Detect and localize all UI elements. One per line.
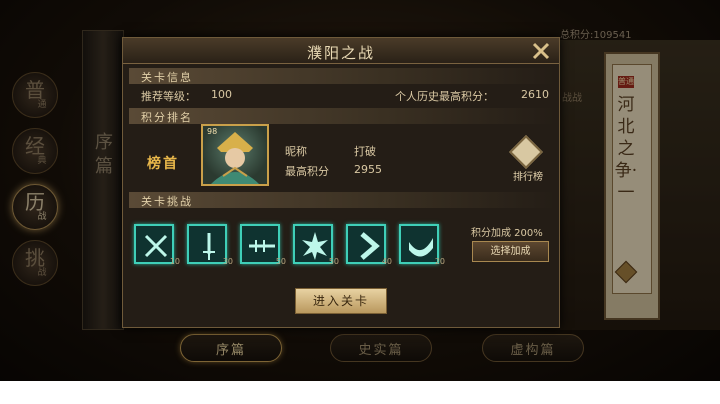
challenge-skill-6[interactable]: 20 [399,224,445,266]
modal-title: 濮阳之战 [306,44,375,62]
challenge-skill-4[interactable]: 50 [293,224,339,266]
recommended-level-value: 100 [211,88,232,101]
chevron-right-icon [360,232,380,260]
select-bonus-button[interactable]: 选择加成 [472,241,549,262]
section-ranking-label: 积分排名 [141,111,193,124]
sword-icon [203,233,215,260]
challenge-skill-1[interactable]: 10 [134,224,180,266]
skill-2-value: 30 [222,257,233,266]
skill-6-value: 20 [434,257,445,266]
challenge-skill-3[interactable]: 50 [240,224,286,266]
skill-1-value: 10 [169,257,180,266]
crossed-swords-icon [144,234,168,258]
leaderboard-button-label: 排行榜 [513,172,543,183]
challenge-skill-5[interactable]: 40 [346,224,392,266]
section-level-info: 关卡信息 [129,68,555,84]
skill-5-value: 40 [381,257,392,266]
high-score-value: 2955 [354,163,382,176]
rank-first-label: 榜首 [147,156,179,172]
close-icon [532,42,550,60]
stage-detail-modal: 濮阳之战 关卡信息 推荐等级： 100 个人历史最高积分： 2610 积分排名 … [122,37,560,328]
bonus-text: 积分加成 200% [471,228,543,239]
section-level-info-label: 关卡信息 [141,71,193,84]
section-ranking: 积分排名 [129,108,555,124]
leaderboard-button[interactable]: 排行榜 [506,135,546,183]
enter-stage-button[interactable]: 进入关卡 [295,288,387,314]
recommended-level-label: 推荐等级： [141,90,196,103]
top-player-portrait[interactable]: 98 [201,124,269,186]
nickname-value: 打破 [354,145,376,158]
nickname-label: 昵称 [285,145,307,158]
skill-3-value: 50 [275,257,286,266]
leaderboard-icon [509,135,543,169]
game-scene: 普 通 经 典 历 战 挑 战 序篇 总积分:109541 战战 普通 河北之争… [0,0,720,381]
section-challenge: 关卡挑战 [129,192,555,208]
horn-icon [409,238,433,257]
portrait-level: 98 [207,127,218,136]
history-high-value: 2610 [521,88,549,101]
burst-icon [302,232,328,260]
lance-icon [249,240,275,252]
close-button[interactable] [531,41,551,61]
high-score-label: 最高积分 [285,165,329,178]
history-high-label: 个人历史最高积分： [395,90,494,103]
section-challenge-label: 关卡挑战 [141,195,193,208]
skill-4-value: 50 [328,257,339,266]
modal-header: 濮阳之战 [123,38,559,64]
challenge-skill-2[interactable]: 30 [187,224,233,266]
